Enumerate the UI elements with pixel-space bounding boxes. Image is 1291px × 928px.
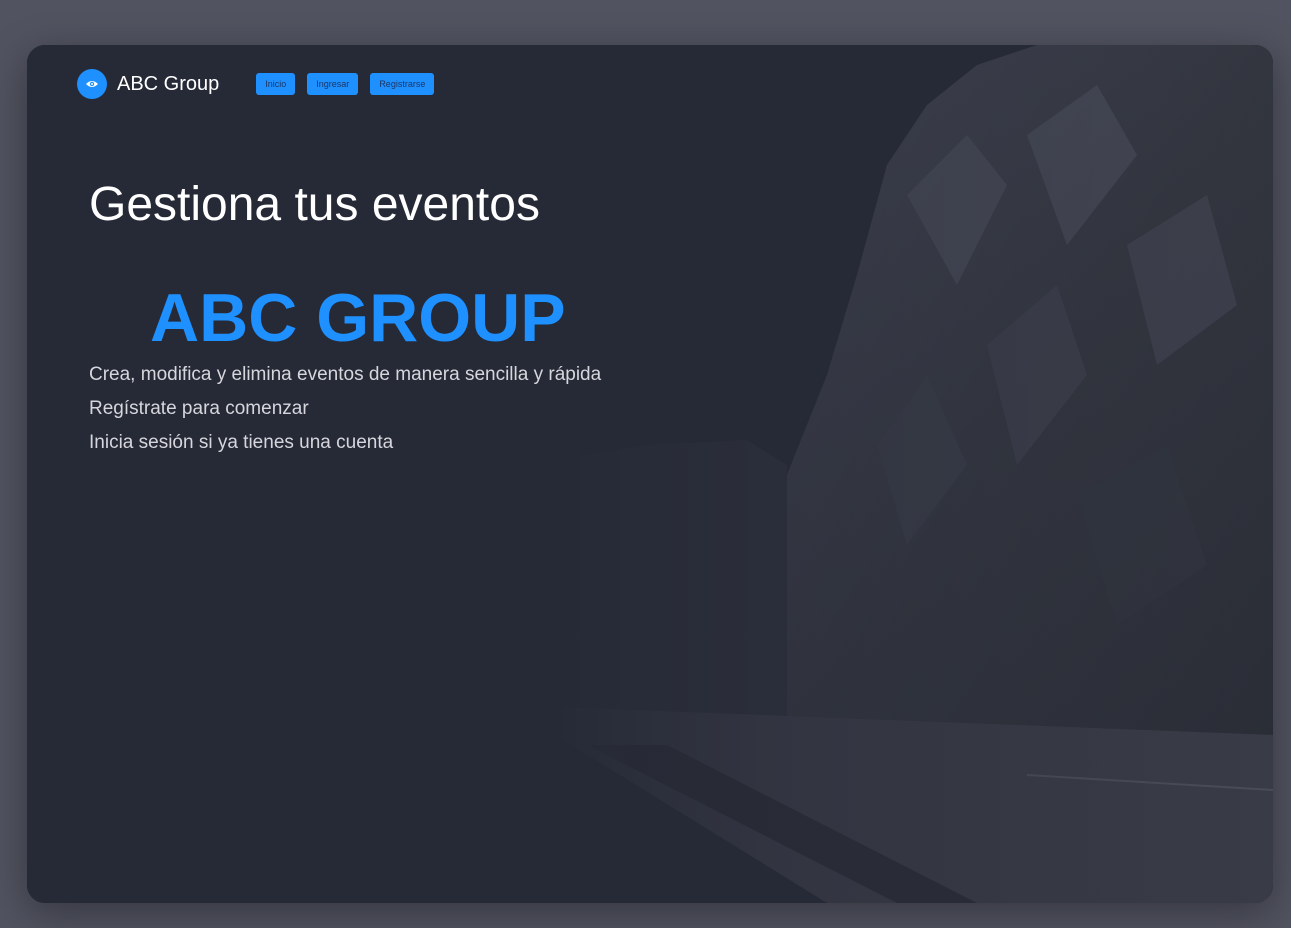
- nav-registrarse-button[interactable]: Registrarse: [370, 73, 435, 95]
- navbar: ABC Group Inicio Ingresar Registrarse: [77, 69, 446, 99]
- hero-description: Crea, modifica y elimina eventos de mane…: [89, 358, 601, 460]
- hero-card: ABC Group Inicio Ingresar Registrarse Ge…: [27, 45, 1273, 903]
- nav-inicio-button[interactable]: Inicio: [256, 73, 296, 95]
- hero-line-register: Regístrate para comenzar: [89, 398, 309, 419]
- brand-name[interactable]: ABC Group: [117, 73, 219, 96]
- hero-line-features: Crea, modifica y elimina eventos de mane…: [89, 364, 602, 385]
- hero-line-login: Inicia sesión si ya tienes una cuenta: [89, 432, 394, 453]
- hero-brand-heading: ABC GROUP: [150, 280, 566, 356]
- nav-ingresar-button[interactable]: Ingresar: [307, 73, 359, 95]
- eye-icon[interactable]: [77, 69, 107, 99]
- hero-title: Gestiona tus eventos: [89, 178, 540, 231]
